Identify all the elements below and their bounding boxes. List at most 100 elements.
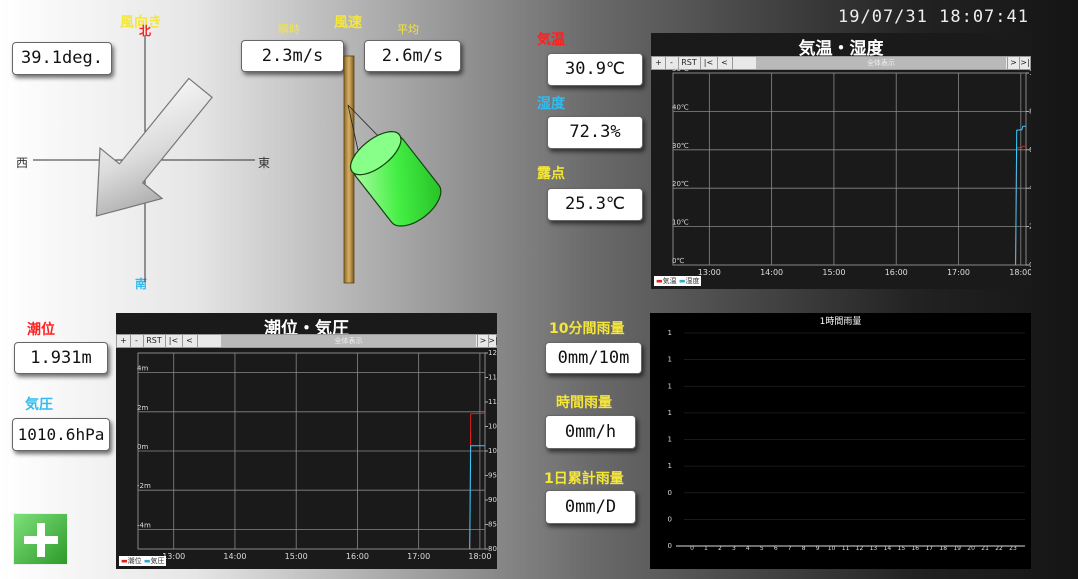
x-tick-label: 18 bbox=[939, 545, 947, 552]
legend-pressure: 気圧 bbox=[150, 557, 165, 565]
y-left-tick-label: 4m bbox=[137, 365, 148, 373]
rain-10min-label: 10分間雨量 bbox=[549, 321, 625, 337]
x-tick-label: 11 bbox=[842, 545, 850, 552]
plot-grid bbox=[137, 352, 488, 550]
wind-speed-title: 風速 bbox=[334, 15, 362, 31]
y-left-tick-label: -4m bbox=[137, 521, 151, 529]
pressure-label: 気圧 bbox=[25, 397, 53, 413]
y-left-tick-label: 0℃ bbox=[672, 257, 684, 265]
y-tick-label: 1 bbox=[668, 436, 672, 444]
temperature-value: 30.9℃ bbox=[547, 53, 643, 86]
x-tick-label: 14 bbox=[884, 545, 892, 552]
x-tick-label: 16:00 bbox=[346, 552, 369, 561]
dew-point-label: 露点 bbox=[537, 166, 565, 182]
y-right-tick-label: 800hPa bbox=[488, 545, 497, 553]
y-tick-label: 0 bbox=[668, 489, 672, 497]
y-tick-label: 1 bbox=[668, 382, 672, 390]
pressure-value: 1010.6hPa bbox=[12, 418, 110, 451]
y-left-tick-label: 2m bbox=[137, 404, 148, 412]
y-right-tick-label: 1050hPa bbox=[488, 423, 497, 431]
x-tick-label: 21 bbox=[981, 545, 989, 552]
y-right-tick-label: 900hPa bbox=[488, 496, 497, 504]
x-tick-label: 12 bbox=[856, 545, 864, 552]
wind-instant-value: 2.3m/s bbox=[241, 40, 344, 72]
x-tick-label: 15:00 bbox=[285, 552, 308, 561]
plus-icon bbox=[24, 523, 58, 557]
y-right-tick-label: 1000hPa bbox=[488, 447, 497, 455]
x-tick-label: 19 bbox=[953, 545, 961, 552]
tide-value: 1.931m bbox=[14, 342, 108, 374]
x-tick-label: 18:00 bbox=[1009, 268, 1031, 277]
rain-day-label: 1日累計雨量 bbox=[544, 471, 624, 487]
x-tick-label: 17 bbox=[925, 545, 933, 552]
x-tick-label: 17:00 bbox=[947, 268, 970, 277]
y-left-tick-label: 40℃ bbox=[672, 103, 689, 111]
y-right-tick-label: 850hPa bbox=[488, 521, 497, 529]
x-tick-label: 23 bbox=[1009, 545, 1017, 552]
x-tick-label: 15:00 bbox=[822, 268, 845, 277]
x-tick-label: 1 bbox=[704, 545, 708, 552]
x-tick-label: 7 bbox=[788, 545, 792, 552]
x-tick-label: 4 bbox=[746, 545, 750, 552]
x-tick-label: 18:00 bbox=[468, 552, 491, 561]
y-right-tick-label: 20% bbox=[1029, 223, 1031, 231]
plot-area bbox=[672, 72, 1027, 266]
tide-pressure-plot: 13:00 14:00 15:00 16:00 17:00 18:00-4m-2m0m2m… bbox=[137, 349, 497, 561]
humidity-label: 湿度 bbox=[537, 96, 565, 112]
datetime-display: 19/07/31 18:07:41 bbox=[838, 7, 1029, 27]
x-tick-label: 14:00 bbox=[760, 268, 783, 277]
y-right-tick-label: 40% bbox=[1029, 184, 1031, 192]
y-tick-label: 1 bbox=[668, 409, 672, 417]
x-tick-label: 17:00 bbox=[407, 552, 430, 561]
x-tick-label: 13 bbox=[870, 545, 878, 552]
y-left-tick-label: 50℃ bbox=[672, 65, 689, 73]
anemometer bbox=[343, 55, 442, 284]
x-tick-label: 5 bbox=[760, 545, 764, 552]
y-left-tick-label: 10℃ bbox=[672, 219, 689, 227]
y-tick-label: 0 bbox=[668, 542, 672, 550]
y-right-tick-label: 950hPa bbox=[488, 472, 497, 480]
temp-humidity-plot: 13:00 14:00 15:00 16:00 17:00 18:000℃10℃20℃30… bbox=[672, 65, 1031, 277]
x-tick-label: 9 bbox=[816, 545, 820, 552]
x-tick-label: 2 bbox=[718, 545, 722, 552]
tide-label: 潮位 bbox=[27, 322, 55, 338]
legend-temp: 気温 bbox=[662, 277, 677, 285]
wind-direction-arrow-icon bbox=[95, 77, 213, 217]
tide-pressure-chart: 潮位・気圧 + - RST |< < 全体表示 > >| 13:00 14:00 1… bbox=[116, 313, 498, 569]
temperature-label: 気温 bbox=[537, 32, 565, 48]
y-right-tick-label: 60% bbox=[1029, 146, 1031, 154]
temp-humidity-chart: 気温・湿度 + - RST |< < 全体表示 > >| 13:00 14:00 1… bbox=[651, 33, 1031, 289]
x-tick-label: 20 bbox=[967, 545, 975, 552]
x-tick-label: 0 bbox=[690, 545, 694, 552]
anemometer-cylinder-icon bbox=[350, 131, 442, 227]
plot-grid bbox=[672, 72, 1029, 266]
x-tick-label: 3 bbox=[732, 545, 736, 552]
hourly-rain-plot: 0001111110 1 2 3 4 5 6 7 8 9 10 11 12 13 14 15 16 17 18 19 2… bbox=[668, 329, 1025, 552]
rain-hour-value: 0mm/h bbox=[545, 415, 636, 449]
dew-point-value: 25.3℃ bbox=[547, 188, 643, 221]
y-right-tick-label: 0% bbox=[1029, 261, 1031, 269]
plot-grid bbox=[676, 332, 1025, 547]
y-tick-label: 1 bbox=[668, 356, 672, 364]
x-tick-label: 8 bbox=[802, 545, 806, 552]
x-tick-label: 22 bbox=[995, 545, 1003, 552]
y-right-tick-label: 1200hPa bbox=[488, 349, 497, 357]
y-tick-label: 1 bbox=[668, 462, 672, 470]
x-tick-label: 15 bbox=[898, 545, 906, 552]
x-tick-label: 10 bbox=[828, 545, 836, 552]
legend-humidity: 湿度 bbox=[685, 277, 700, 285]
y-left-tick-label: 20℃ bbox=[672, 180, 689, 188]
x-tick-label: 14:00 bbox=[223, 552, 246, 561]
rain-hour-label: 時間雨量 bbox=[556, 395, 612, 411]
add-button[interactable] bbox=[13, 513, 68, 565]
y-left-tick-label: -2m bbox=[137, 482, 151, 490]
plot-labels: 0001111110 1 2 3 4 5 6 7 8 9 10 11 12 13 14 15 16 17 18 19 2… bbox=[668, 329, 1017, 552]
x-tick-label: 16:00 bbox=[885, 268, 908, 277]
chart-legend: ▬潮位 ▬気圧 bbox=[119, 556, 167, 566]
x-tick-label: 6 bbox=[774, 545, 778, 552]
y-left-tick-label: 0m bbox=[137, 443, 148, 451]
y-left-tick-label: 30℃ bbox=[672, 142, 689, 150]
y-right-tick-label: 100% bbox=[1029, 69, 1031, 77]
legend-tide: 潮位 bbox=[127, 557, 142, 565]
y-right-tick-label: 1100hPa bbox=[488, 398, 497, 406]
